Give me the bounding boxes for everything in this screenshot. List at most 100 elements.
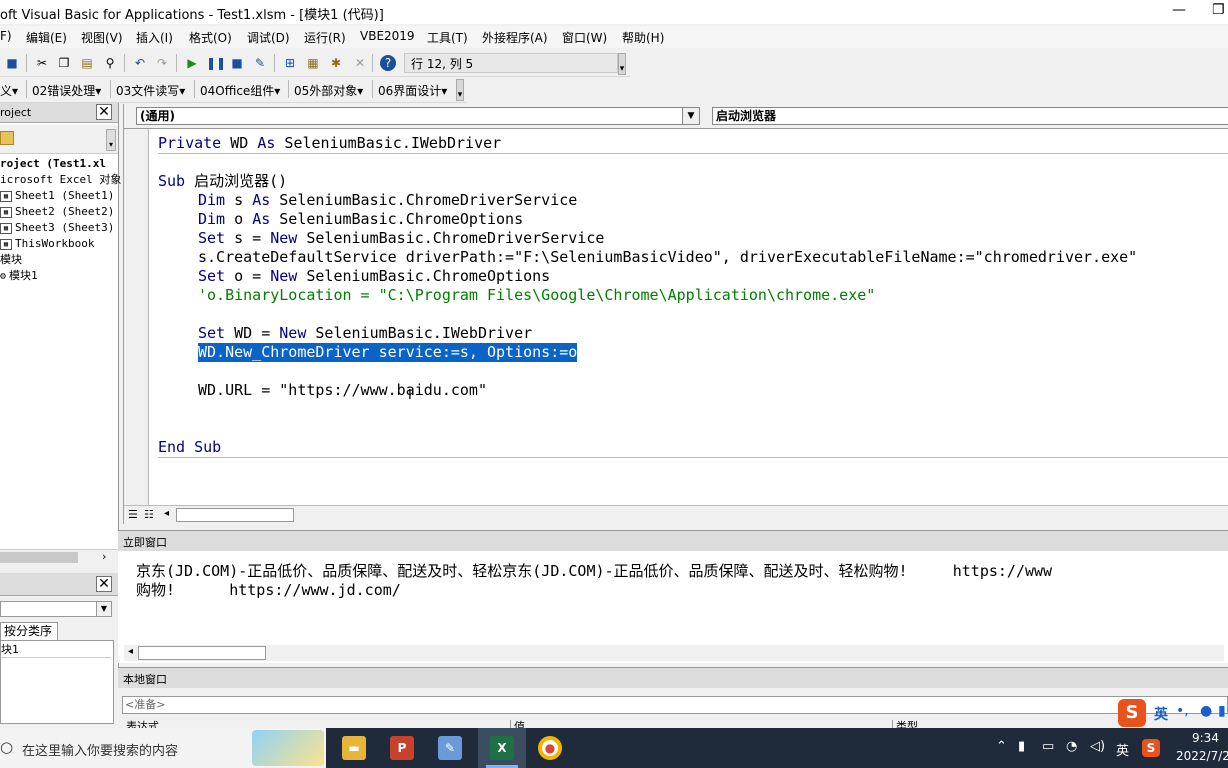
custom-menu-external[interactable]: 05外部对象▾ [294, 82, 363, 99]
tree-item-project[interactable]: roject (Test1.xl [0, 156, 118, 172]
menu-debug[interactable]: 调试(D) [247, 29, 290, 46]
scroll-left-icon[interactable]: ◂ [128, 646, 133, 657]
powerpoint-icon[interactable]: P [390, 736, 414, 760]
custom-menu-error[interactable]: 02错误处理▾ [32, 82, 101, 99]
menu-insert[interactable]: 插入(I) [136, 29, 173, 46]
battery-icon[interactable]: ▭ [1042, 739, 1054, 754]
excel-icon[interactable]: X [490, 736, 514, 760]
immediate-output-line[interactable]: 京东(JD.COM)-正品低价、品质保障、配送及时、轻松京东(JD.COM)-正… [136, 560, 1052, 581]
chevron-up-icon[interactable]: ⌃ [996, 739, 1007, 754]
procedure-combo[interactable]: 启动浏览器 [712, 107, 1228, 125]
locals-context: <准备> [122, 696, 1228, 714]
chevron-down-icon[interactable]: ▼ [96, 602, 111, 616]
network-icon[interactable]: ◔ [1066, 739, 1077, 754]
object-combo[interactable]: (通用) ▼ [136, 107, 700, 125]
code-line: Dim o As SeleniumBasic.ChromeOptions [198, 210, 524, 228]
menu-tools[interactable]: 工具(T) [427, 29, 468, 46]
tray-language[interactable]: 英 [1116, 740, 1129, 759]
menu-run[interactable]: 运行(R) [304, 29, 346, 46]
tree-item-sheet1[interactable]: ▦ Sheet1 (Sheet1) [0, 188, 118, 204]
immediate-output-line[interactable]: 购物! https://www.jd.com/ [136, 579, 401, 600]
menu-format[interactable]: 格式(O) [189, 29, 232, 46]
find-icon[interactable]: ⚲ [102, 55, 118, 71]
immediate-title: 立即窗口 [123, 536, 167, 549]
tree-item-modules[interactable]: 模块 [0, 252, 118, 268]
full-module-view-icon[interactable]: ☷ [144, 508, 154, 521]
code-line: Sub 启动浏览器() [158, 172, 288, 190]
folder-icon[interactable] [0, 131, 14, 145]
chevron-down-icon[interactable]: ▼ [682, 108, 699, 124]
scroll-left-icon[interactable]: ◂ [164, 508, 169, 519]
menu-file[interactable]: F) [0, 29, 12, 43]
reset-icon[interactable]: ■ [229, 55, 245, 71]
scroll-right-icon[interactable]: › [102, 550, 106, 563]
custom-menu-1[interactable]: 义▾ [0, 82, 18, 99]
properties-object-combo[interactable]: ▼ [0, 601, 112, 617]
menu-view[interactable]: 视图(V) [81, 29, 123, 46]
code-editor[interactable]: Private WD As SeleniumBasic.IWebDriver S… [158, 132, 1228, 505]
code-hscrollbar[interactable] [176, 508, 294, 522]
design-mode-icon[interactable]: ✎ [252, 55, 268, 71]
menu-edit[interactable]: 编辑(E) [26, 29, 67, 46]
immediate-hscrollbar[interactable]: ◂ [124, 645, 1224, 661]
copy-icon[interactable]: ❐ [56, 55, 72, 71]
cursor-position: 行 12, 列 5 [404, 53, 618, 73]
code-line: s.CreateDefaultService driverPath:="F:\S… [198, 248, 1138, 266]
project-explorer-icon[interactable]: ⊞ [282, 55, 298, 71]
save-icon[interactable]: ■ [4, 55, 20, 71]
taskbar-search-box[interactable]: ○ 在这里输入你要搜索的内容 [0, 728, 326, 768]
help-icon[interactable]: ? [380, 55, 396, 71]
tree-item-sheet3[interactable]: ▦ Sheet3 (Sheet3) [0, 220, 118, 236]
volume-icon[interactable]: ◁) [1090, 739, 1105, 754]
workbook-icon: ▦ [0, 238, 12, 250]
scroll-thumb[interactable] [0, 552, 78, 563]
run-icon[interactable]: ▶ [184, 55, 200, 71]
menu-window[interactable]: 窗口(W) [562, 29, 607, 46]
sogou-tray-icon[interactable]: S [1142, 739, 1160, 757]
tree-item-module1[interactable]: ⚙ 模块1 [0, 268, 118, 284]
menu-help[interactable]: 帮助(H) [622, 29, 664, 46]
toolbox-icon[interactable]: ✕ [352, 55, 368, 71]
clock-time[interactable]: 9:34 [1192, 731, 1219, 745]
ime-lang-toggle[interactable]: 英 [1154, 704, 1168, 724]
properties-icon[interactable]: ▦ [305, 55, 321, 71]
project-hscrollbar[interactable]: › [0, 549, 118, 565]
tab-categorized[interactable]: 按分类序 [0, 622, 58, 640]
immediate-header: 立即窗口 [118, 531, 1228, 551]
chrome-icon[interactable]: ● [538, 736, 562, 760]
object-browser-icon[interactable]: ✱ [328, 55, 344, 71]
break-icon[interactable]: ❚❚ [206, 55, 226, 71]
custom-menu-office[interactable]: 04Office组件▾ [200, 82, 280, 99]
toolbar-grip-icon[interactable]: ▾ [456, 79, 464, 101]
menu-addins[interactable]: 外接程序(A) [482, 29, 548, 46]
sogou-logo-icon[interactable]: S [1118, 699, 1146, 727]
custom-menu-ui[interactable]: 06界面设计▾ [378, 82, 447, 99]
clock-date[interactable]: 2022/7/2 [1176, 749, 1228, 763]
code-margin[interactable] [124, 129, 149, 505]
custom-menu-file[interactable]: 03文件读写▾ [116, 82, 185, 99]
cut-icon[interactable]: ✂ [34, 55, 50, 71]
redo-icon[interactable]: ↷ [154, 55, 170, 71]
property-name-row[interactable]: 块1 [1, 643, 111, 658]
tree-item-thisworkbook[interactable]: ▦ ThisWorkbook [0, 236, 118, 252]
scroll-thumb[interactable] [138, 646, 266, 660]
restore-button[interactable]: ❐ [1212, 2, 1225, 18]
undo-icon[interactable]: ↶ [132, 55, 148, 71]
microphone-icon[interactable]: ● [1200, 703, 1212, 719]
notepad-icon[interactable]: ✎ [438, 736, 462, 760]
toolbar-grip-icon[interactable]: ▾ [106, 129, 116, 151]
keyboard-icon[interactable]: ▮ [1218, 703, 1226, 719]
toolbar-grip-icon[interactable]: ▾ [618, 53, 626, 75]
code-window-header: (通用) ▼ 启动浏览器 [124, 104, 1228, 129]
tree-item-sheet2[interactable]: ▦ Sheet2 (Sheet2) [0, 204, 118, 220]
close-icon[interactable]: ✕ [96, 104, 112, 120]
menu-vbe2019[interactable]: VBE2019 [360, 29, 415, 43]
tree-item-excel-objects[interactable]: icrosoft Excel 对象 [0, 172, 121, 188]
punctuation-icon[interactable]: •, [1176, 703, 1189, 719]
file-explorer-icon[interactable]: ▬ [342, 736, 366, 760]
close-icon[interactable]: ✕ [96, 576, 112, 592]
microphone-icon[interactable]: ▮ [1018, 739, 1025, 754]
paste-icon[interactable]: ▤ [79, 55, 95, 71]
procedure-view-icon[interactable]: ☰ [128, 508, 138, 521]
minimize-button[interactable]: — [1172, 2, 1186, 18]
